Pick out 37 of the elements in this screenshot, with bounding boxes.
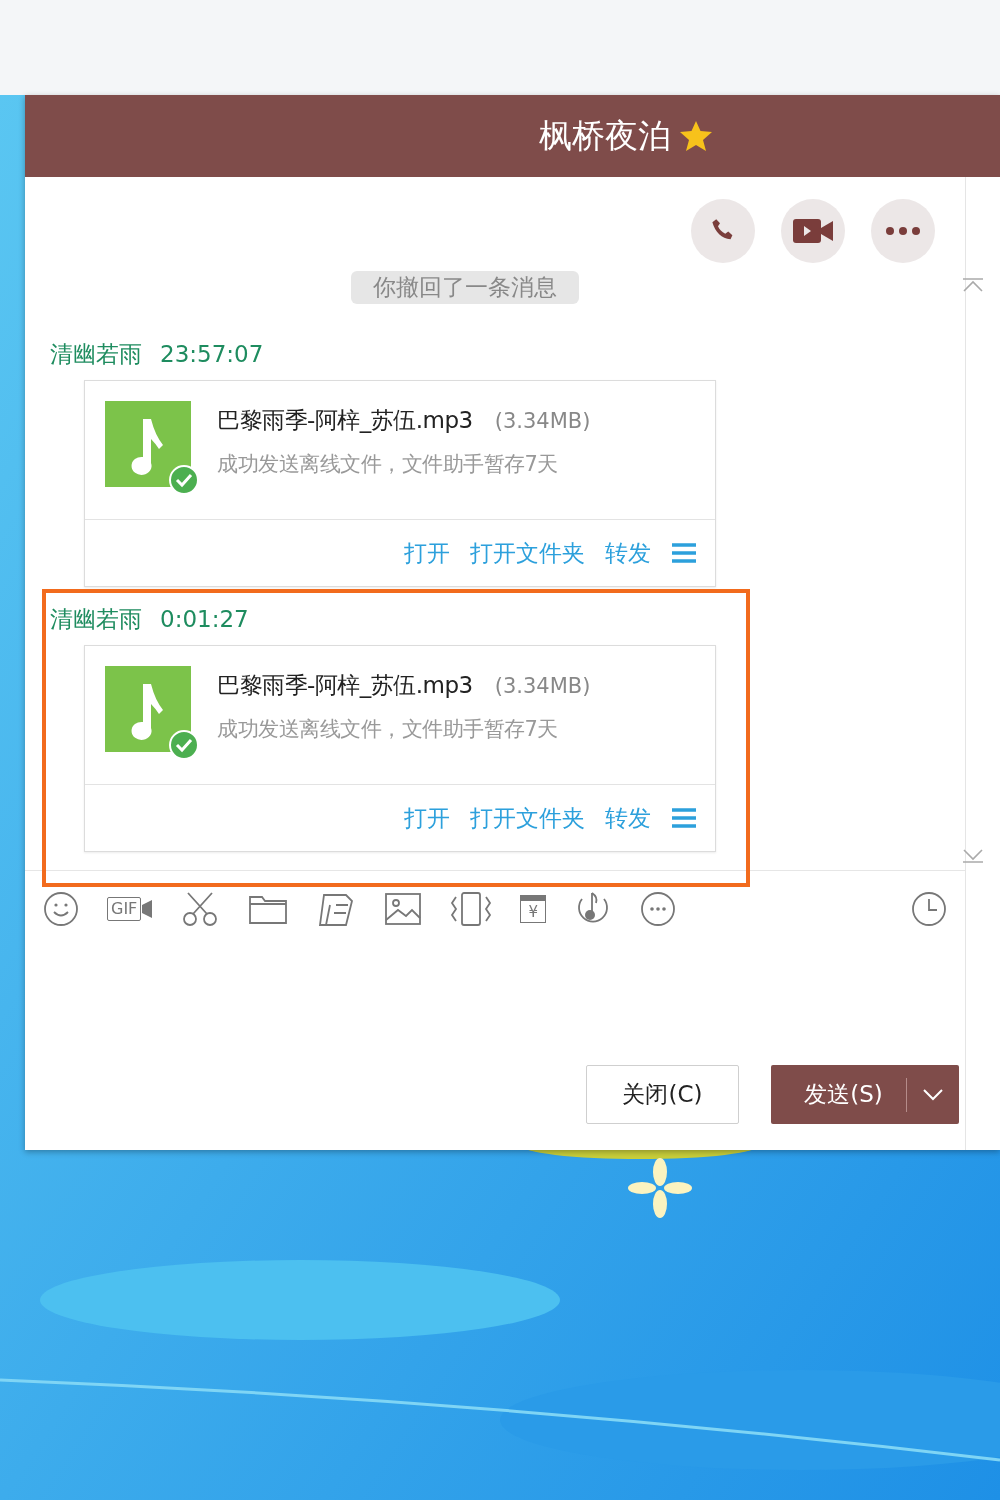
- folder-icon[interactable]: [248, 893, 289, 925]
- caret-icon[interactable]: [922, 1087, 944, 1102]
- scroll-up-icon[interactable]: [961, 277, 985, 293]
- window-title: 枫桥夜泊: [539, 114, 671, 157]
- image-icon[interactable]: [384, 892, 423, 926]
- menu-icon[interactable]: [671, 542, 697, 564]
- file-name: 巴黎雨季-阿梓_苏伍.mp3: [217, 671, 473, 700]
- sender-name: 清幽若雨: [50, 604, 142, 634]
- file-size: (3.34MB): [494, 409, 591, 433]
- action-link[interactable]: 打开文件夹: [470, 802, 585, 834]
- action-link[interactable]: 打开: [404, 537, 450, 569]
- sender-name: 清幽若雨: [50, 339, 142, 369]
- action-link[interactable]: 转发: [605, 802, 651, 834]
- music-file-icon: [105, 666, 199, 760]
- action-link[interactable]: 打开: [404, 802, 450, 834]
- scroll-down-icon[interactable]: [961, 848, 985, 864]
- more-icon[interactable]: [640, 891, 677, 927]
- message-time: 23:57:07: [160, 341, 264, 367]
- star-icon: [679, 120, 713, 152]
- emoji-icon[interactable]: [43, 891, 79, 927]
- phone-vibrate-icon[interactable]: [450, 891, 493, 927]
- file-status: 成功发送离线文件，文件助手暂存7天: [217, 716, 559, 743]
- menu-icon[interactable]: [671, 807, 697, 829]
- file-status: 成功发送离线文件，文件助手暂存7天: [217, 451, 559, 478]
- video-camera-icon: [791, 216, 835, 246]
- action-link[interactable]: 打开文件夹: [470, 537, 585, 569]
- message-time: 0:01:27: [160, 606, 249, 632]
- recall-notice: 你撤回了一条消息: [351, 271, 579, 304]
- more-icon: [885, 226, 921, 236]
- send-button[interactable]: 发送(S): [771, 1065, 959, 1124]
- music-file-icon: [105, 401, 199, 495]
- action-link[interactable]: 转发: [605, 537, 651, 569]
- clock-icon[interactable]: [911, 891, 947, 927]
- envelope-icon[interactable]: ¥: [520, 895, 547, 923]
- close-button[interactable]: 关闭(C): [586, 1065, 739, 1124]
- file-size: (3.34MB): [494, 674, 591, 698]
- file-name: 巴黎雨季-阿梓_苏伍.mp3: [217, 406, 473, 435]
